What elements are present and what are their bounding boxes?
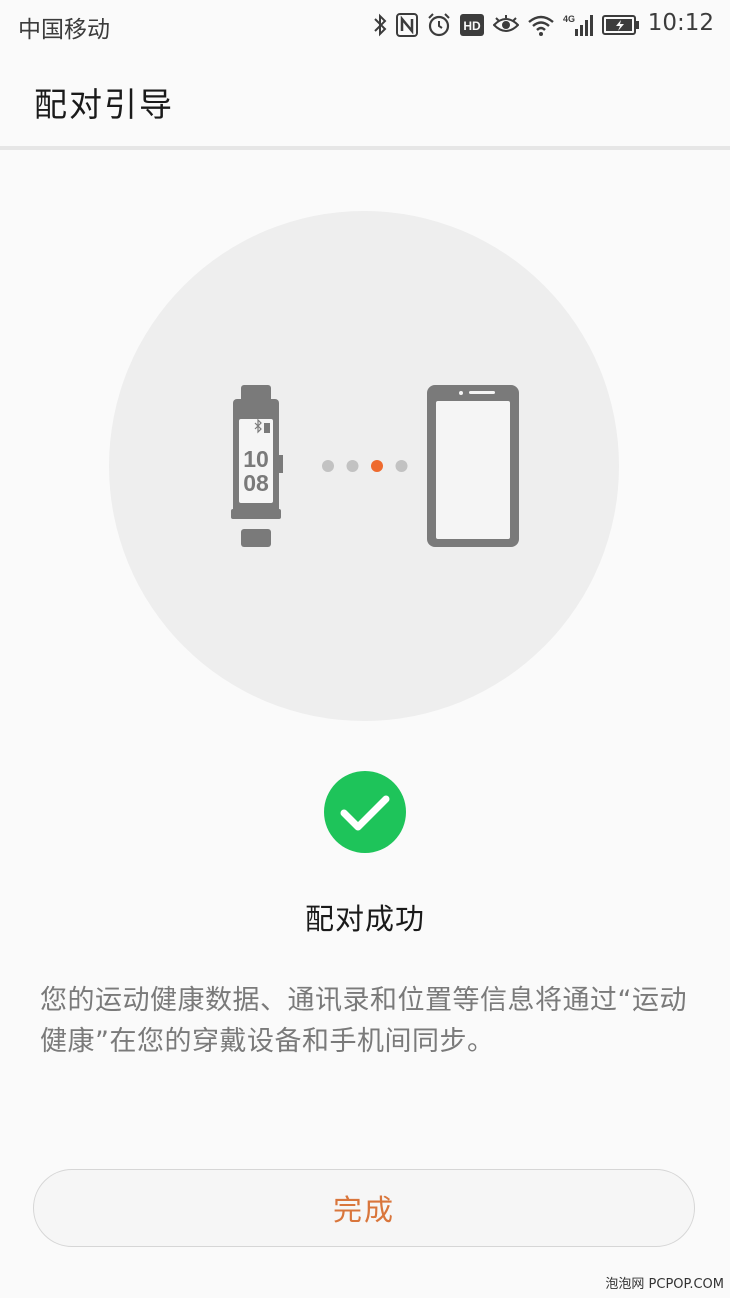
phone-icon [427,385,519,547]
status-icons: HD 4G [373,10,640,40]
done-button[interactable]: 完成 [33,1169,695,1247]
4g-signal-icon: 4G [563,13,593,37]
pairing-progress-dots [322,460,408,472]
hd-icon: HD [460,14,484,36]
progress-dot [346,460,359,472]
app-bar: 配对引导 [0,50,730,146]
band-time-minutes: 08 [243,470,269,496]
pairing-result-title: 配对成功 [304,902,425,936]
status-bar: 中国移动 HD 4G 10:12 [0,0,730,50]
progress-dot [322,460,334,472]
nfc-icon [396,13,418,37]
clock: 10:12 [647,10,714,36]
bluetooth-icon [373,13,387,37]
app-bar-divider [0,146,730,150]
pairing-graphic: 10 08 [231,385,519,547]
page-title: 配对引导 [34,85,174,124]
carrier-name: 中国移动 [18,17,110,43]
hd-label: HD [463,19,481,33]
wifi-icon [528,14,554,36]
network-type-label: 4G [563,14,575,24]
band-time-hours: 10 [243,446,269,472]
alarm-icon [427,13,451,37]
progress-dot [395,460,408,472]
sync-description: 您的运动健康数据、通讯录和位置等信息将通过“运动健康”在您的穿戴设备和手机间同步… [40,985,687,1057]
smart-band-icon: 10 08 [231,385,283,547]
watermark: 泡泡网 PCPOP.COM [605,1277,724,1292]
eye-icon [493,15,519,35]
progress-dot-active [371,460,383,472]
battery-icon [602,15,640,35]
pairing-illustration: 10 08 [109,211,619,721]
success-check-icon [324,771,406,853]
